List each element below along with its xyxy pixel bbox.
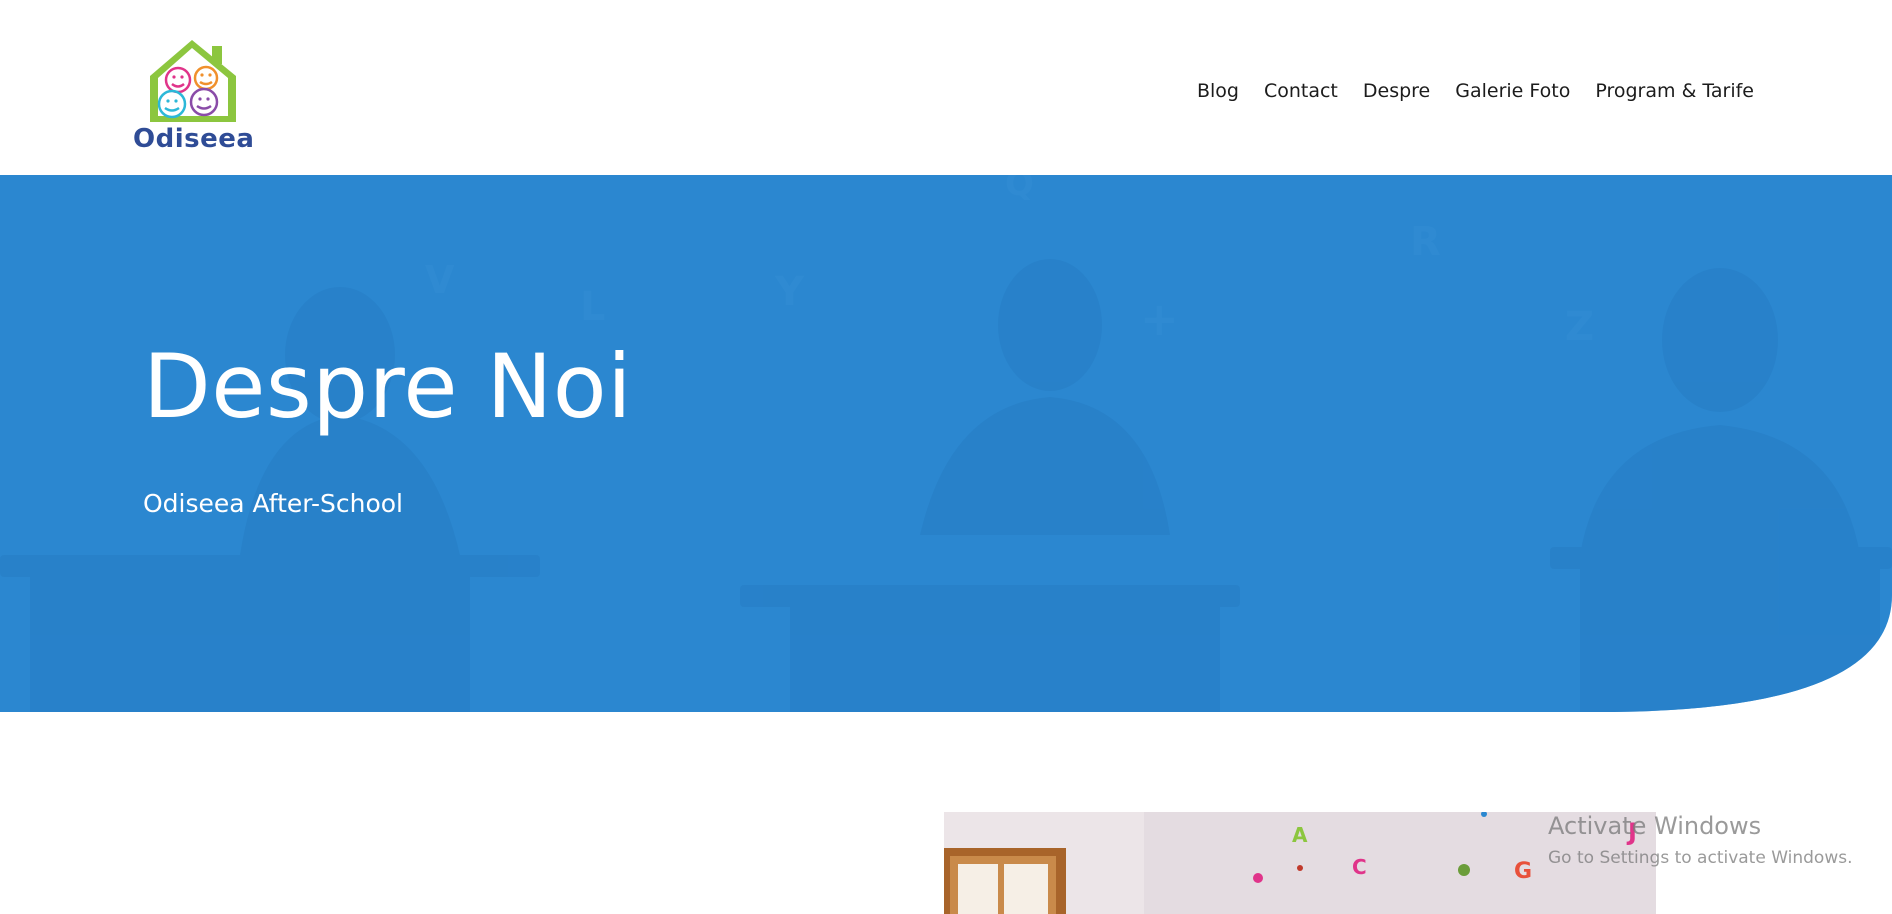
logo-link[interactable]: Odiseea	[128, 32, 258, 157]
page-subtitle: Odiseea After-School	[143, 489, 403, 518]
nav-item-galerie-foto[interactable]: Galerie Foto	[1455, 80, 1570, 102]
svg-text:A: A	[1292, 823, 1308, 847]
svg-text:G: G	[1514, 859, 1532, 884]
nav-item-despre[interactable]: Despre	[1363, 80, 1430, 102]
logo-text: Odiseea	[133, 124, 255, 154]
page-title: Despre Noi	[143, 335, 633, 438]
nav-item-blog[interactable]: Blog	[1197, 80, 1239, 102]
hero-background: Q V Y + R Z L	[0, 175, 1892, 712]
classroom-photo-graphic: A C G J	[944, 812, 1656, 914]
svg-text:J: J	[1626, 818, 1637, 846]
classroom-photo: A C G J	[944, 812, 1656, 914]
site-header: Odiseea Blog Contact Despre Galerie Foto…	[0, 0, 1892, 175]
nav-item-program-tarife[interactable]: Program & Tarife	[1595, 80, 1754, 102]
hero-section: Q V Y + R Z L Despre Noi Odiseea After-S…	[0, 175, 1892, 712]
odiseea-logo-icon	[150, 40, 236, 122]
main-nav: Blog Contact Despre Galerie Foto Program…	[1172, 80, 1754, 102]
nav-item-contact[interactable]: Contact	[1264, 80, 1338, 102]
svg-text:C: C	[1352, 855, 1367, 879]
